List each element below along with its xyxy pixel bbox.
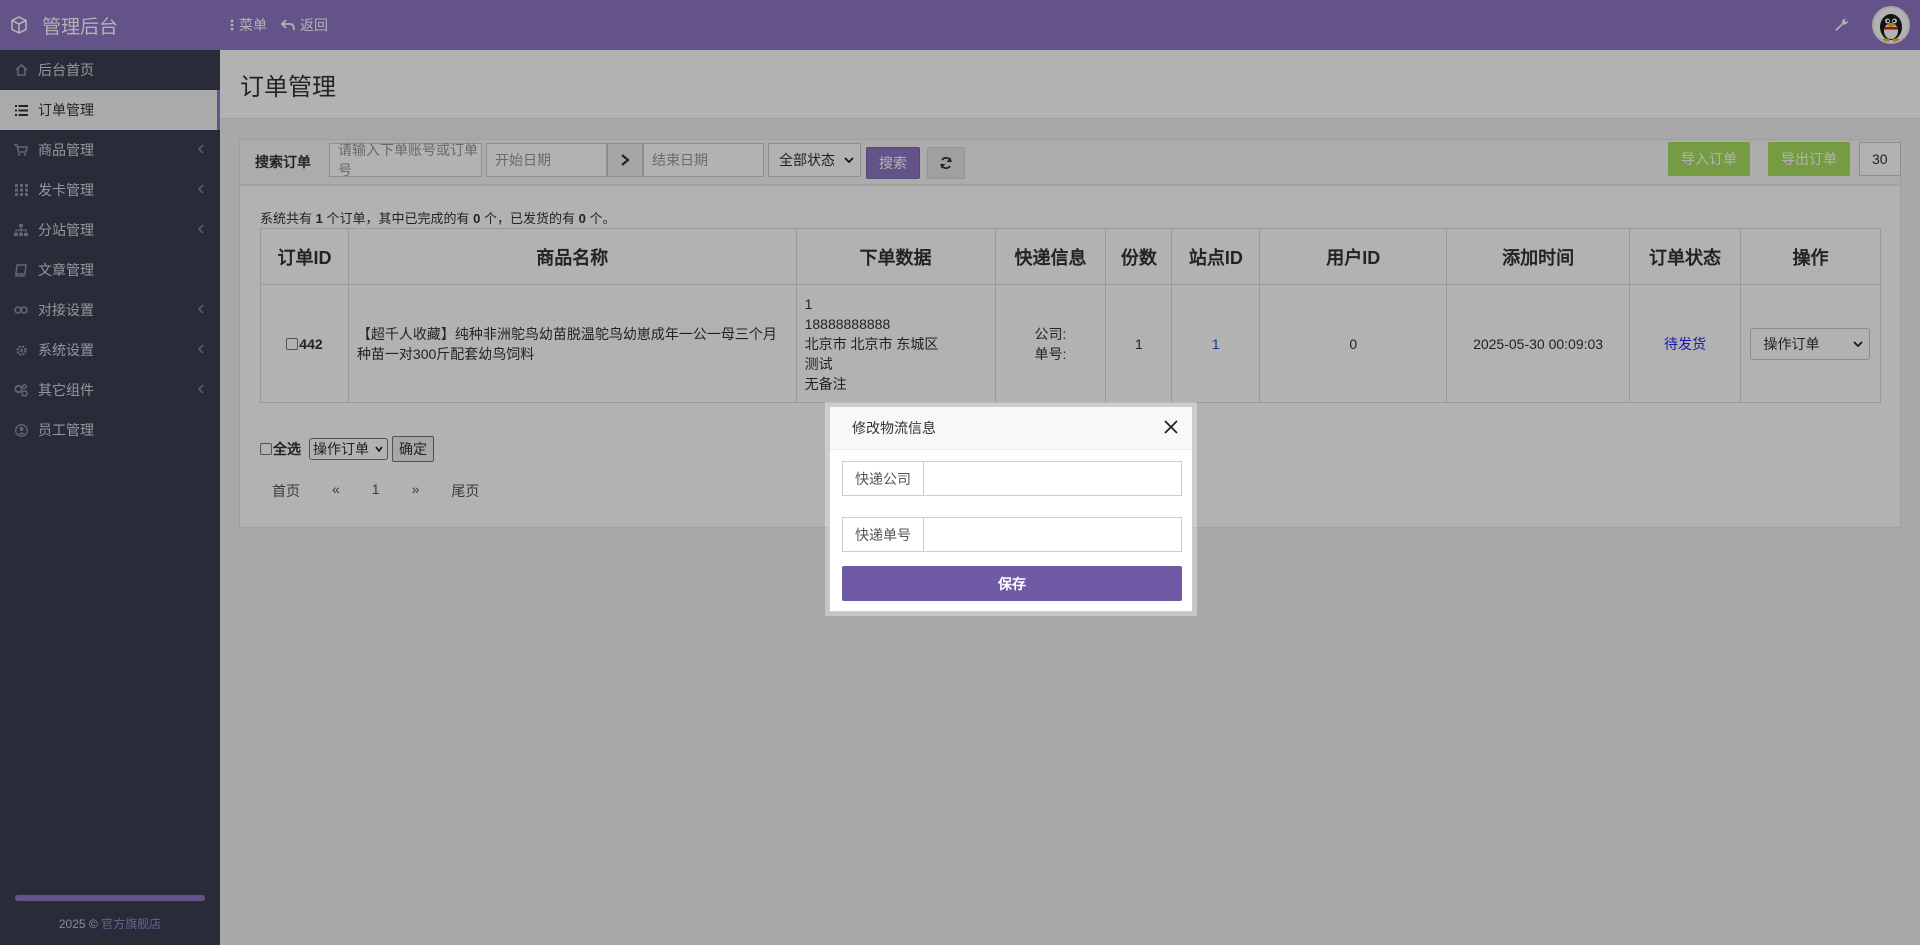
edit-logistics-modal: 修改物流信息 快递公司 快递单号 保存 [829,406,1193,612]
save-button[interactable]: 保存 [842,566,1182,601]
express-company-field: 快递公司 [842,461,1182,496]
express-number-input[interactable] [924,518,1181,551]
modal-title: 修改物流信息 [852,420,936,436]
express-company-label: 快递公司 [843,462,924,495]
express-number-label: 快递单号 [843,518,924,551]
close-icon[interactable] [1164,420,1178,434]
save-button-label: 保存 [998,575,1026,592]
modal-header: 修改物流信息 [830,407,1192,450]
express-number-field: 快递单号 [842,517,1182,552]
express-company-input[interactable] [924,462,1181,495]
